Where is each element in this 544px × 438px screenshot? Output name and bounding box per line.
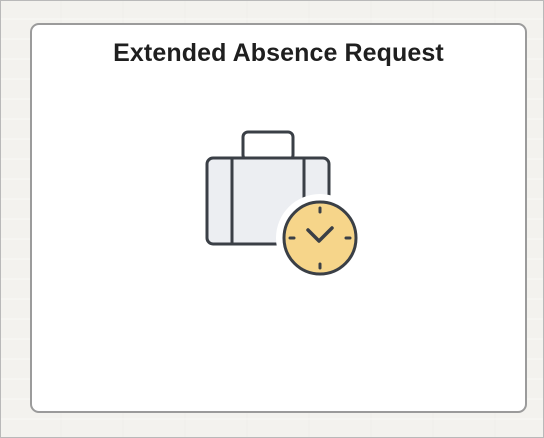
extended-absence-request-tile[interactable]: Extended Absence Request bbox=[30, 23, 527, 413]
tile-title: Extended Absence Request bbox=[113, 39, 444, 67]
screen-frame: Extended Absence Request bbox=[0, 0, 544, 438]
briefcase-clock-icon bbox=[205, 130, 362, 282]
briefcase-handle bbox=[241, 130, 295, 162]
